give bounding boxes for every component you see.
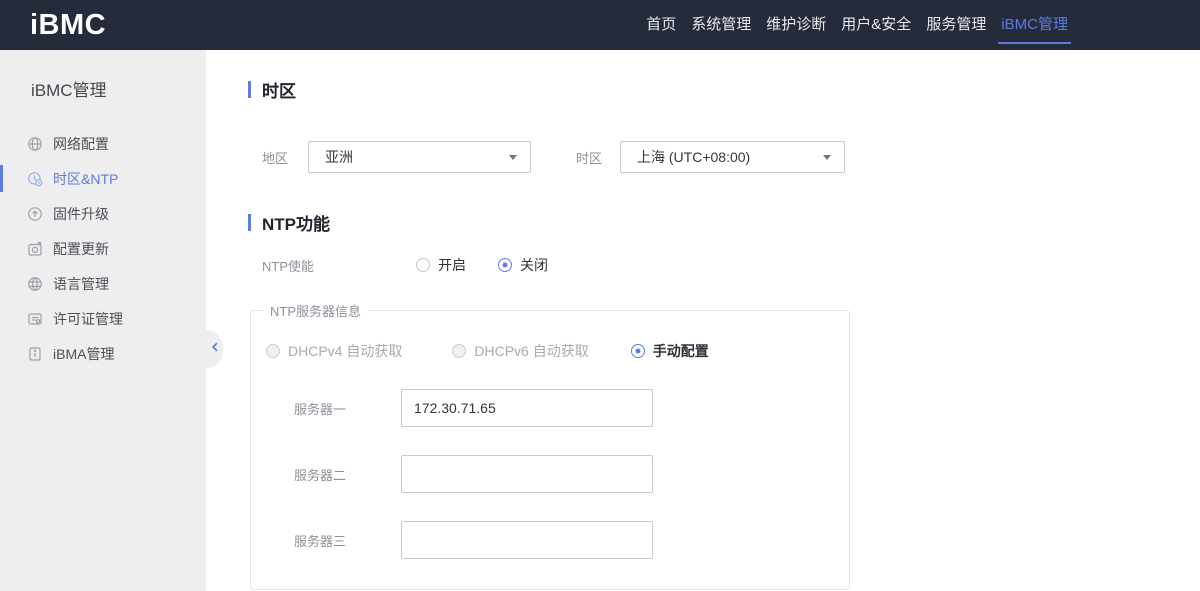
radio-option-enable-off[interactable]: 关闭 — [498, 255, 548, 275]
section-accent-bar — [248, 81, 251, 98]
nav-item-ibmc-management[interactable]: iBMC管理 — [998, 0, 1071, 50]
sidebar-item-config-update[interactable]: 配置更新 — [0, 231, 206, 266]
sidebar-item-label: 许可证管理 — [53, 310, 123, 327]
sidebar-item-label: 网络配置 — [53, 135, 109, 152]
sidebar-item-timezone-ntp[interactable]: 时区&NTP — [0, 161, 206, 196]
ntp-enable-row: NTP使能 开启 关闭 — [262, 255, 1200, 275]
chevron-down-icon — [823, 155, 831, 160]
radio-circle — [498, 258, 512, 272]
chevron-down-icon — [509, 155, 517, 160]
server-three-row: 服务器三 — [294, 521, 849, 559]
server-one-input[interactable] — [401, 389, 653, 427]
sidebar-item-language-management[interactable]: 语言管理 — [0, 266, 206, 301]
radio-circle — [266, 344, 280, 358]
server-two-input[interactable] — [401, 455, 653, 493]
timezone-label: 时区 — [576, 150, 603, 166]
network-icon — [27, 136, 43, 152]
sidebar-item-label: 配置更新 — [53, 240, 109, 257]
radio-label: DHCPv6 自动获取 — [474, 343, 589, 359]
nav-item-user-security[interactable]: 用户&安全 — [841, 0, 911, 50]
ntp-mode-row: DHCPv4 自动获取 DHCPv6 自动获取 手动配置 — [266, 341, 849, 361]
timezone-select[interactable]: 上海 (UTC+08:00) — [620, 141, 845, 173]
sidebar-item-label: 固件升级 — [53, 205, 109, 222]
config-update-icon — [27, 241, 43, 257]
sidebar-title: iBMC管理 — [31, 81, 107, 100]
server-two-label: 服务器二 — [294, 467, 347, 483]
timezone-select-value: 上海 (UTC+08:00) — [637, 149, 751, 165]
ntp-section-title: NTP功能 — [248, 210, 1200, 235]
region-label: 地区 — [262, 150, 289, 166]
chevron-left-icon — [209, 340, 221, 358]
license-icon — [27, 311, 43, 327]
sidebar-item-label: 时区&NTP — [53, 170, 119, 187]
region-select[interactable]: 亚洲 — [308, 141, 531, 173]
firmware-upgrade-icon — [27, 206, 43, 222]
nav-item-home[interactable]: 首页 — [646, 0, 676, 50]
section-heading: NTP功能 — [262, 215, 330, 234]
topbar: iBMC 首页 系统管理 维护诊断 用户&安全 服务管理 iBMC管理 — [0, 0, 1200, 50]
sidebar-item-label: iBMA管理 — [53, 345, 115, 362]
sidebar-item-label: 语言管理 — [53, 275, 109, 292]
language-icon — [27, 276, 43, 292]
main-content: 时区 地区 亚洲 时区 上海 (UTC+08:00) NTP功能 NTP使能 开… — [206, 50, 1200, 591]
radio-label: 开启 — [438, 257, 466, 273]
ntp-server-group: NTP服务器信息 DHCPv4 自动获取 DHCPv6 自动获取 手动配置 服务… — [250, 301, 850, 590]
nav-item-service-management[interactable]: 服务管理 — [926, 0, 986, 50]
ntp-server-group-legend: NTP服务器信息 — [270, 304, 362, 319]
timezone-section-title: 时区 — [248, 77, 1200, 102]
server-one-label: 服务器一 — [294, 401, 347, 417]
sidebar-item-license-management[interactable]: 许可证管理 — [0, 301, 206, 336]
section-accent-bar — [248, 214, 251, 231]
server-one-row: 服务器一 — [294, 389, 849, 427]
radio-label: 关闭 — [520, 257, 548, 273]
sidebar-item-ibma-management[interactable]: iBMA管理 — [0, 336, 206, 371]
ntp-enable-label: NTP使能 — [262, 258, 315, 274]
radio-option-dhcpv6-auto: DHCPv6 自动获取 — [452, 341, 589, 361]
top-navigation: 首页 系统管理 维护诊断 用户&安全 服务管理 iBMC管理 — [646, 0, 1200, 50]
region-select-value: 亚洲 — [325, 149, 353, 165]
server-three-label: 服务器三 — [294, 533, 347, 549]
radio-circle — [630, 344, 645, 358]
nav-item-system-management[interactable]: 系统管理 — [691, 0, 751, 50]
ibma-icon — [27, 346, 43, 362]
sidebar-item-firmware-upgrade[interactable]: 固件升级 — [0, 196, 206, 231]
radio-option-manual-config[interactable]: 手动配置 — [630, 341, 709, 361]
radio-label: 手动配置 — [652, 343, 709, 359]
sidebar-menu: 网络配置 时区&NTP 固件升级 配置更新 语言管理 许可证管理 iBMA管理 — [0, 126, 206, 371]
radio-circle — [416, 258, 430, 272]
sidebar: iBMC管理 网络配置 时区&NTP 固件升级 配置更新 语言管理 许可证管理 … — [0, 50, 223, 591]
timezone-form-row: 地区 亚洲 时区 上海 (UTC+08:00) — [262, 141, 1200, 173]
radio-option-enable-on[interactable]: 开启 — [416, 255, 466, 275]
radio-label: DHCPv4 自动获取 — [288, 343, 403, 359]
nav-item-maintenance-diagnostics[interactable]: 维护诊断 — [766, 0, 826, 50]
app-logo: iBMC — [30, 8, 107, 41]
radio-option-dhcpv4-auto: DHCPv4 自动获取 — [266, 341, 402, 361]
sidebar-item-network-config[interactable]: 网络配置 — [0, 126, 206, 161]
clock-icon — [27, 171, 43, 187]
server-three-input[interactable] — [401, 521, 653, 559]
section-heading: 时区 — [262, 82, 296, 101]
radio-circle — [452, 344, 467, 358]
server-two-row: 服务器二 — [294, 455, 849, 493]
